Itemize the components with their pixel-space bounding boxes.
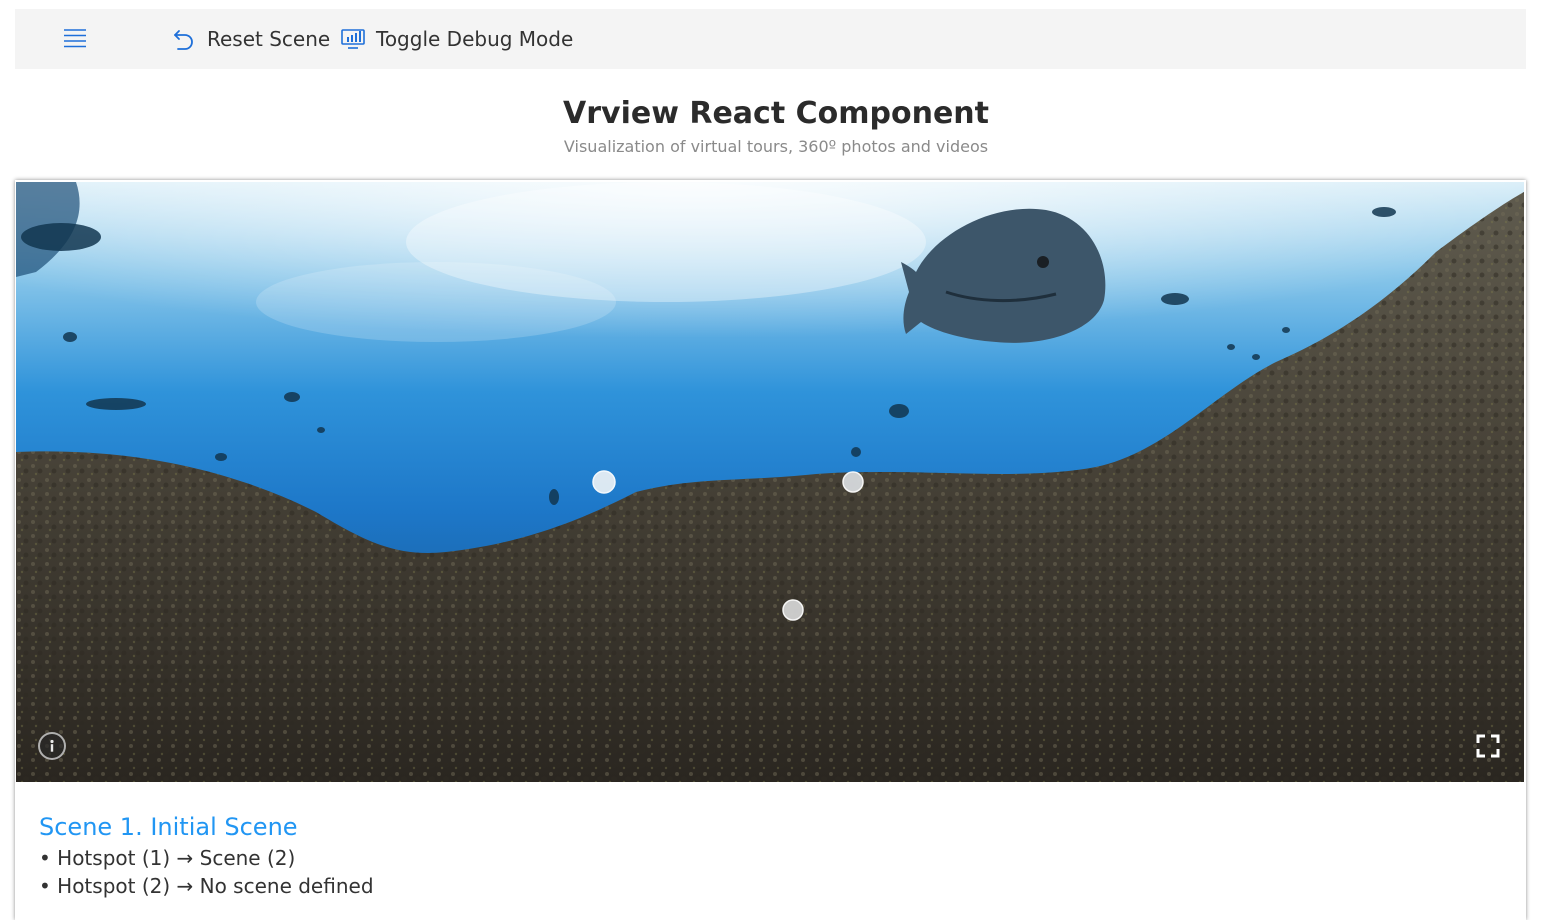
toggle-debug-label: Toggle Debug Mode xyxy=(376,27,574,51)
hotspot-3[interactable] xyxy=(782,599,804,621)
fullscreen-button[interactable] xyxy=(1476,734,1500,758)
reset-scene-button[interactable]: Reset Scene xyxy=(171,25,330,53)
chart-monitor-icon xyxy=(340,26,366,52)
hotspot-1[interactable] xyxy=(592,470,616,494)
toolbar: Reset Scene Toggle Debug Mode xyxy=(15,9,1526,69)
hotspot-item-1: • Hotspot (1) → Scene (2) xyxy=(39,846,296,870)
hamburger-icon xyxy=(64,29,86,48)
scene-info: Scene 1. Initial Scene • Hotspot (1) → S… xyxy=(39,810,374,900)
page-header: Vrview React Component Visualization of … xyxy=(0,92,1552,158)
viewer-card: Scene 1. Initial Scene • Hotspot (1) → S… xyxy=(15,180,1526,920)
hotspot-item-2: • Hotspot (2) → No scene defined xyxy=(39,874,374,898)
hotspot-2[interactable] xyxy=(842,471,864,493)
vr-viewer[interactable] xyxy=(16,182,1524,782)
page-subtitle: Visualization of virtual tours, 360º pho… xyxy=(563,137,989,156)
info-icon xyxy=(50,739,54,752)
fullscreen-icon xyxy=(1476,734,1500,758)
panorama-image xyxy=(16,182,1524,782)
info-button[interactable] xyxy=(38,732,66,760)
scene-title[interactable]: Scene 1. Initial Scene xyxy=(39,810,374,844)
reset-scene-label: Reset Scene xyxy=(207,27,331,51)
toggle-debug-button[interactable]: Toggle Debug Mode xyxy=(340,25,573,53)
undo-icon xyxy=(171,26,197,52)
menu-button[interactable] xyxy=(61,27,89,51)
page-title: Vrview React Component xyxy=(563,96,989,131)
